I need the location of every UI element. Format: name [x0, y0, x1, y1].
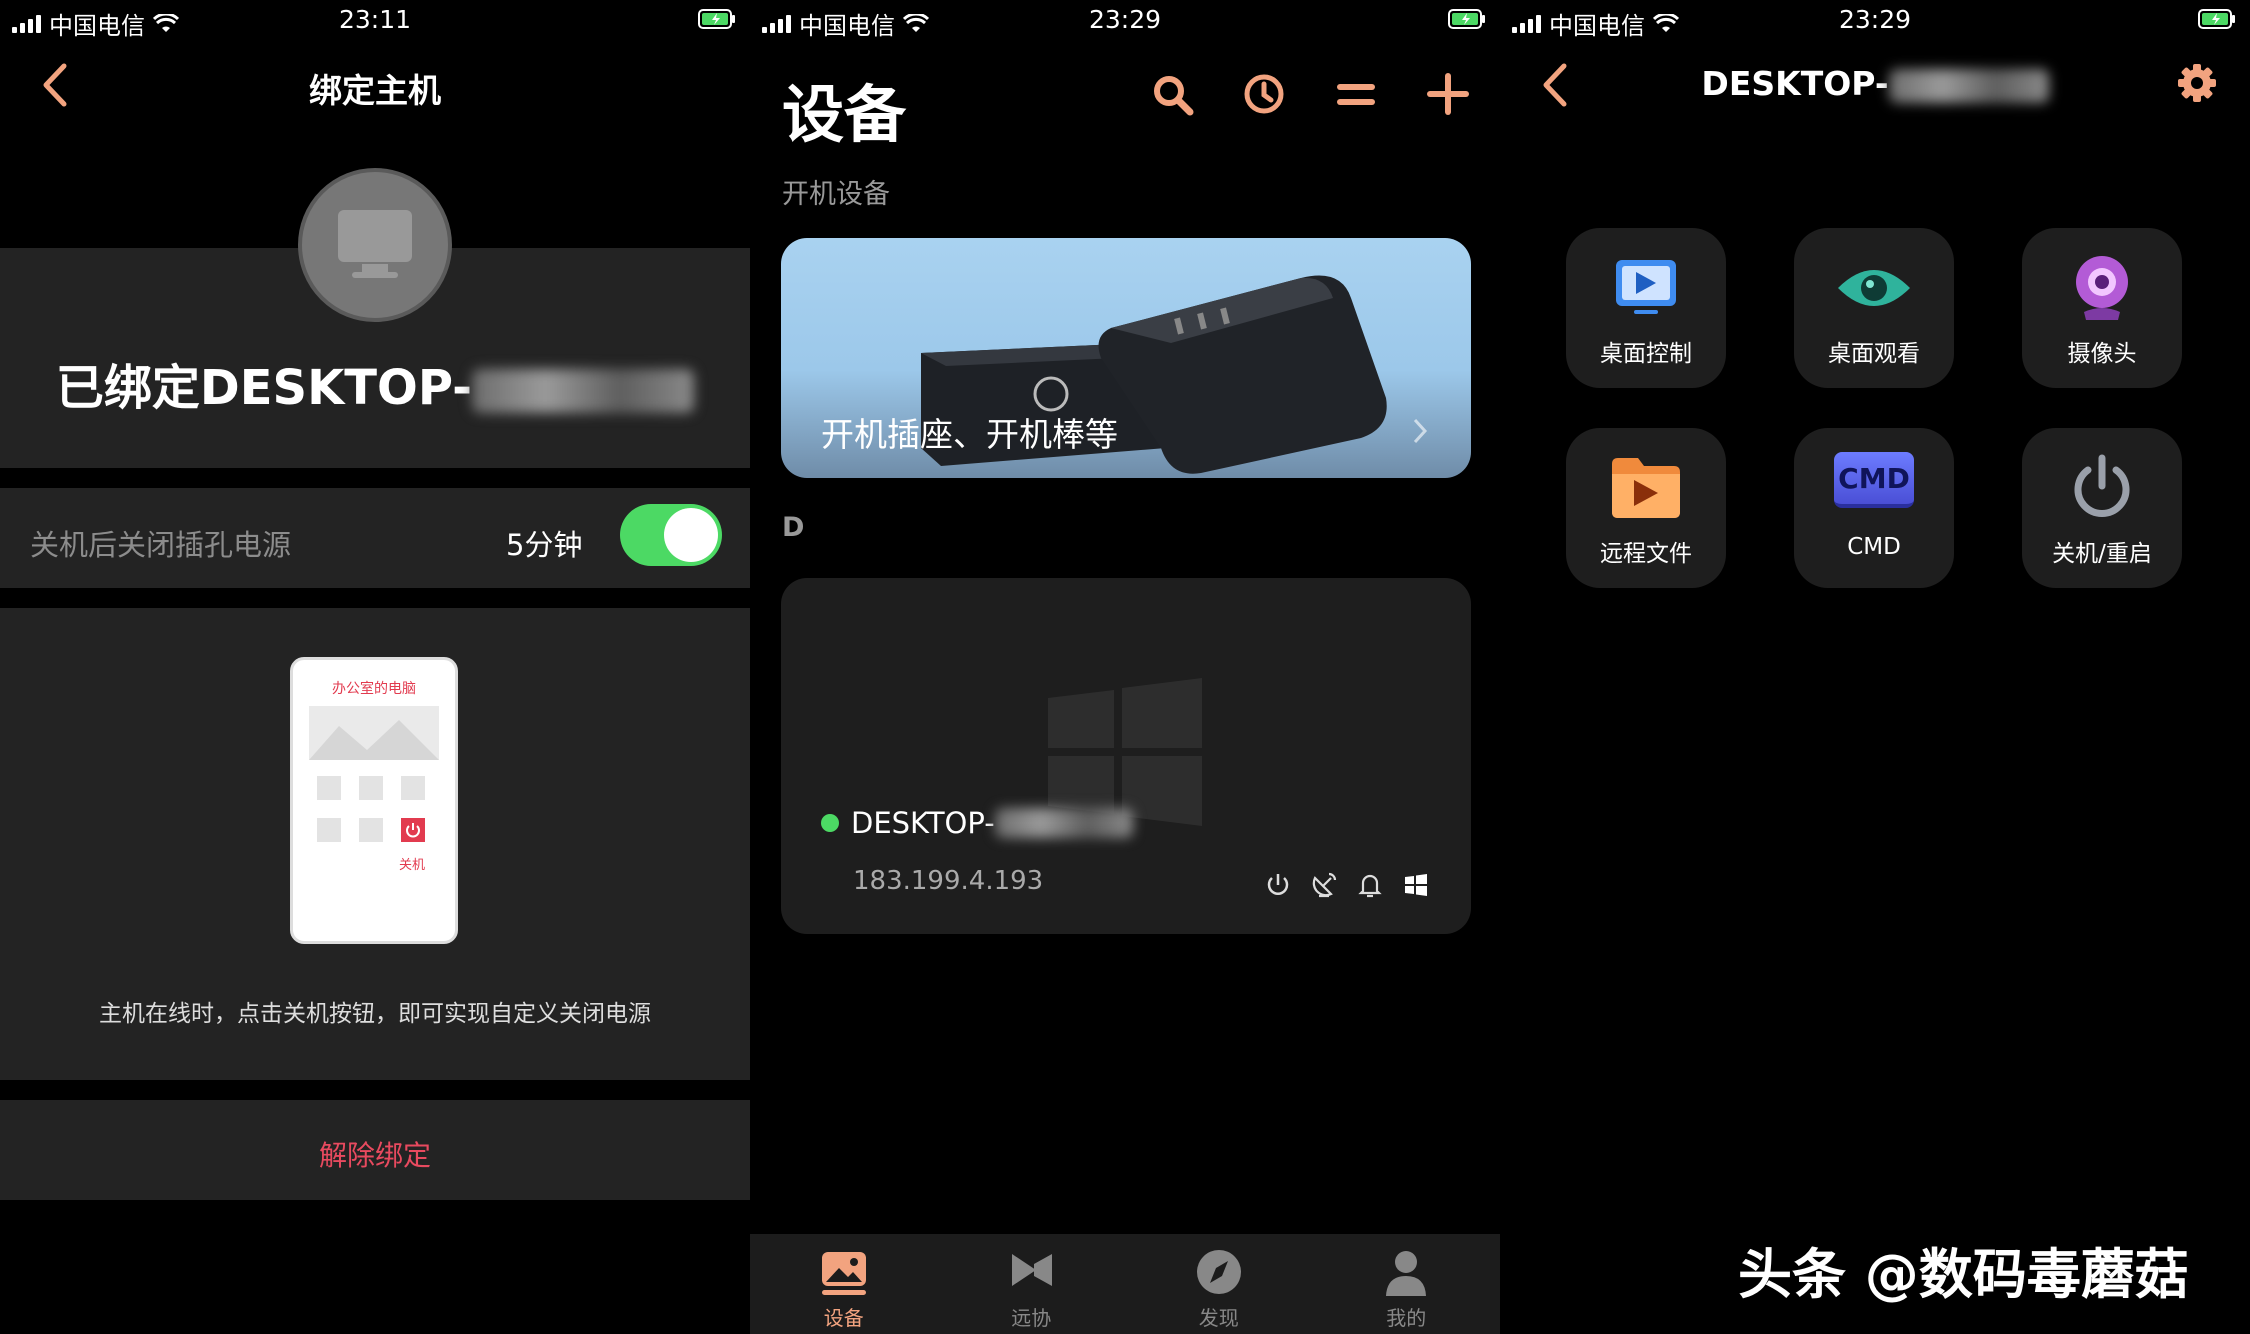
- tile-label: 关机/重启: [2052, 541, 2152, 567]
- banner-text: 开机插座、开机棒等: [821, 415, 1118, 454]
- unbind-button[interactable]: 解除绑定: [0, 1134, 750, 1174]
- section-letter-d: D: [782, 512, 805, 543]
- devices-screen: 中国电信 23:29 设备 开机设备 开机插座、开机棒等 D DESKTOP- …: [750, 0, 1500, 1334]
- tile-label: 桌面观看: [1828, 341, 1920, 367]
- tile-label: 摄像头: [2067, 341, 2137, 367]
- tab-remote[interactable]: 远协: [938, 1234, 1126, 1334]
- page-title: DESKTOP-: [1500, 64, 2250, 103]
- status-bar: 中国电信 23:29: [1500, 0, 2250, 40]
- watermark: 头条 @数码毒蘑菇: [1738, 1243, 2189, 1306]
- tile-camera[interactable]: 摄像头: [2022, 228, 2182, 388]
- bound-device-name: 已绑定DESKTOP-: [0, 348, 750, 418]
- redacted-hostname: [1888, 68, 2049, 103]
- status-bar: 中国电信 23:11: [0, 0, 750, 40]
- bottom-tab-bar: 设备 远协 发现 我的: [750, 1234, 1500, 1334]
- section-power-devices: 开机设备: [782, 179, 890, 210]
- power-off-toggle[interactable]: [620, 504, 722, 566]
- device-action-icons: [1263, 870, 1431, 900]
- bell-icon[interactable]: [1355, 870, 1385, 900]
- folder-icon: [1612, 458, 1680, 518]
- bind-host-screen: 中国电信 23:11 绑定主机 已绑定DESKTOP- 关机后关闭插孔电源 5分…: [0, 0, 750, 1334]
- tile-desktop-view[interactable]: 桌面观看: [1794, 228, 1954, 388]
- clock-icon[interactable]: [1242, 72, 1286, 116]
- chevron-right-icon: [1413, 418, 1428, 444]
- monitor-icon: [338, 210, 412, 278]
- menu-icon[interactable]: [1334, 72, 1378, 116]
- tab-label: 发现: [1198, 1306, 1239, 1330]
- toolbar: [1150, 72, 1470, 116]
- camera-icon: [2076, 256, 2128, 320]
- status-time: 23:29: [1088, 5, 1162, 34]
- tab-label: 我的: [1386, 1306, 1427, 1330]
- tab-label: 设备: [823, 1306, 864, 1330]
- devices-icon: [821, 1252, 866, 1295]
- tile-power[interactable]: 关机/重启: [2022, 428, 2182, 588]
- power-setting-label: 关机后关闭插孔电源: [30, 528, 292, 562]
- status-bar: 中国电信 23:29: [750, 0, 1500, 40]
- device-ip: 183.199.4.193: [853, 866, 1044, 896]
- add-icon[interactable]: [1426, 72, 1470, 116]
- tile-desktop-control[interactable]: 桌面控制: [1566, 228, 1726, 388]
- illustration-title: 办公室的电脑: [332, 681, 416, 697]
- power-setting-value[interactable]: 5分钟: [506, 522, 582, 564]
- tile-label: CMD: [1847, 534, 1901, 560]
- tab-devices[interactable]: 设备: [750, 1234, 938, 1334]
- compass-icon: [1196, 1250, 1241, 1294]
- satellite-icon[interactable]: [1309, 870, 1339, 900]
- cmd-icon: CMD: [1834, 452, 1914, 508]
- power-icon: [2074, 454, 2130, 517]
- tile-label: 远程文件: [1600, 541, 1692, 567]
- phone-illustration: 办公室的电脑 关机: [290, 657, 458, 944]
- gear-icon[interactable]: [2176, 62, 2218, 104]
- eye-icon: [1838, 270, 1910, 306]
- status-time: 23:11: [338, 5, 412, 34]
- power-icon[interactable]: [1263, 870, 1293, 900]
- tab-label: 远协: [1011, 1306, 1052, 1330]
- device-card[interactable]: DESKTOP- 183.199.4.193: [781, 578, 1471, 934]
- battery-icon: [698, 9, 735, 29]
- app-grid: [317, 776, 425, 842]
- battery-icon: [1448, 9, 1485, 29]
- device-detail-screen: 中国电信 23:29 DESKTOP- 桌面控制 桌面观看 摄像头 远程文件 C…: [1500, 0, 2250, 1334]
- instruction-text: 主机在线时，点击关机按钮，即可实现自定义关闭电源: [99, 1001, 651, 1027]
- tile-label: 桌面控制: [1600, 341, 1692, 367]
- tab-discover[interactable]: 发现: [1125, 1234, 1313, 1334]
- redacted-hostname: [472, 369, 695, 413]
- page-title: 设备: [782, 78, 907, 151]
- battery-icon: [2198, 9, 2235, 29]
- remote-icon: [1012, 1254, 1053, 1286]
- online-status-dot: [821, 814, 839, 832]
- power-device-banner[interactable]: 开机插座、开机棒等: [781, 238, 1471, 478]
- status-time: 23:29: [1838, 5, 1912, 34]
- shutdown-icon: [401, 818, 425, 842]
- search-icon[interactable]: [1150, 72, 1194, 116]
- image-placeholder-icon: [309, 706, 439, 760]
- device-name: DESKTOP-: [821, 806, 1133, 840]
- desktop-control-icon: [1616, 260, 1676, 314]
- windows-icon[interactable]: [1401, 870, 1431, 900]
- illustration-shutdown-label: 关机: [399, 858, 426, 873]
- profile-icon: [1386, 1251, 1427, 1296]
- toggle-knob: [664, 508, 718, 562]
- tile-cmd[interactable]: CMD CMD: [1794, 428, 1954, 588]
- tab-profile[interactable]: 我的: [1313, 1234, 1501, 1334]
- host-avatar: [298, 168, 452, 322]
- page-title: 绑定主机: [309, 71, 441, 110]
- tile-remote-files[interactable]: 远程文件: [1566, 428, 1726, 588]
- redacted-hostname: [994, 808, 1133, 838]
